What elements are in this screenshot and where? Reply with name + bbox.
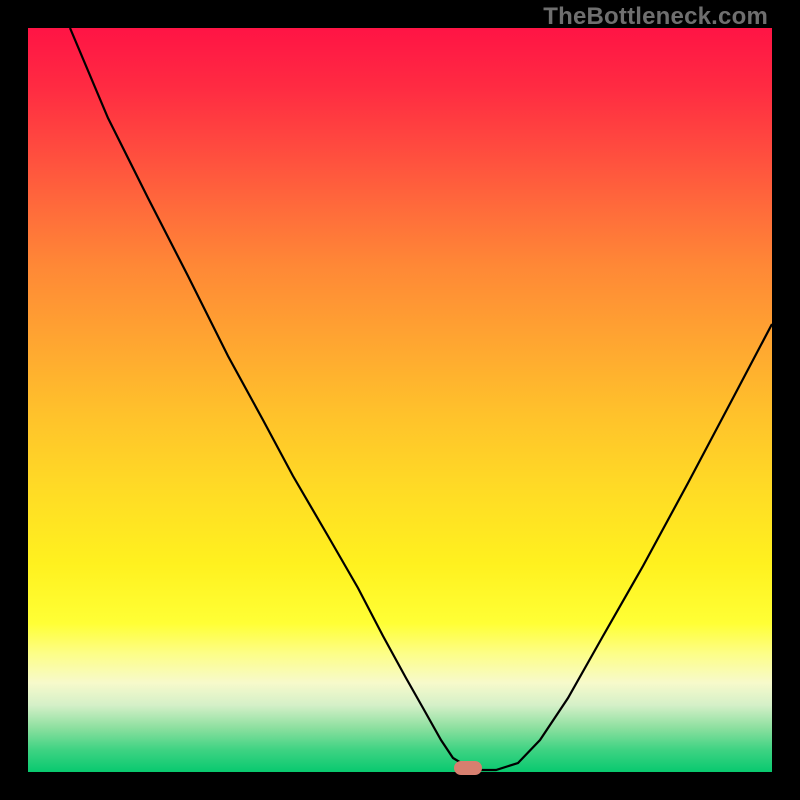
watermark-text: TheBottleneck.com [543,3,768,31]
chart-frame [28,28,772,772]
curve-path [70,28,772,770]
curve-svg [28,28,772,772]
minimum-marker [454,761,482,775]
